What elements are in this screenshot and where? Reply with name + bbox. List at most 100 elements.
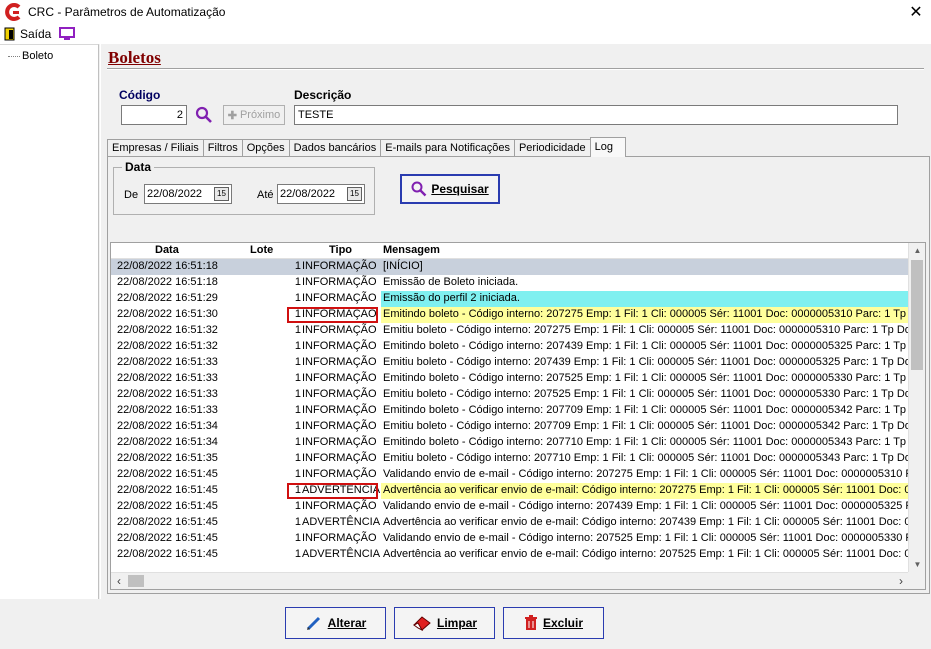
- excluir-button[interactable]: Excluir: [503, 607, 604, 639]
- date-from-value: 22/08/2022: [147, 188, 203, 200]
- menu-bar: Saída: [0, 24, 931, 44]
- eraser-icon: [413, 616, 431, 631]
- table-row[interactable]: 22/08/2022 16:51:45 1 ADVERTÊNCIA Advertênc…: [111, 483, 909, 499]
- column-header-data[interactable]: Data: [155, 244, 179, 256]
- proximo-label: Próximo: [239, 109, 281, 121]
- cell-lote: 1: [294, 276, 301, 288]
- menu-monitor[interactable]: [55, 24, 83, 44]
- cell-tipo: INFORMAÇÃO: [302, 276, 377, 288]
- table-row[interactable]: 22/08/2022 16:51:45 1 ADVERTÊNCIA Advertênc…: [111, 547, 909, 563]
- cell-data: 22/08/2022 16:51:45: [117, 548, 218, 560]
- table-row[interactable]: 22/08/2022 16:51:33 1 INFORMAÇÃO Emitindo b…: [111, 403, 909, 419]
- highlight-box: [287, 307, 378, 323]
- close-icon[interactable]: ✕: [901, 0, 931, 24]
- table-row[interactable]: 22/08/2022 16:51:34 1 INFORMAÇÃO Emitiu bol…: [111, 419, 909, 435]
- vertical-scrollbar[interactable]: ▲ ▼: [908, 243, 925, 573]
- cell-mensagem: Validando envio de e-mail - Código inter…: [383, 468, 909, 480]
- column-header-tipo[interactable]: Tipo: [329, 244, 352, 256]
- date-group-title: Data: [122, 160, 155, 174]
- cell-lote: 1: [294, 340, 301, 352]
- table-row[interactable]: 22/08/2022 16:51:45 1 INFORMAÇÃO Validando …: [111, 499, 909, 515]
- cell-mensagem: Emissão de Boleto iniciada.: [383, 276, 519, 288]
- calendar-icon[interactable]: 15: [214, 187, 229, 201]
- table-row[interactable]: 22/08/2022 16:51:34 1 INFORMAÇÃO Emitindo b…: [111, 435, 909, 451]
- table-row[interactable]: 22/08/2022 16:51:32 1 INFORMAÇÃO Emitiu bol…: [111, 323, 909, 339]
- cell-lote: 1: [294, 404, 301, 416]
- trash-icon: [524, 615, 537, 630]
- cell-data: 22/08/2022 16:51:45: [117, 532, 218, 544]
- cell-tipo: INFORMAÇÃO: [302, 420, 377, 432]
- proximo-button[interactable]: ✚ Próximo: [223, 105, 285, 125]
- grid-rows: 22/08/2022 16:51:18 1 INFORMAÇÃO [INÍCIO] 22…: [111, 259, 909, 563]
- tab-log[interactable]: Log: [589, 137, 626, 157]
- codigo-input[interactable]: 2: [121, 105, 187, 125]
- tab-bar: Empresas / Filiais Filtros Opções Dados …: [107, 137, 626, 157]
- menu-exit[interactable]: Saída: [0, 24, 55, 44]
- calendar-icon[interactable]: 15: [347, 187, 362, 201]
- cell-data: 22/08/2022 16:51:45: [117, 484, 218, 496]
- cell-tipo: INFORMAÇÃO: [302, 340, 377, 352]
- horizontal-scrollbar[interactable]: ‹ ›: [111, 572, 909, 589]
- tab-emails-notificacoes[interactable]: E-mails para Notificações: [380, 139, 515, 157]
- search-icon[interactable]: [195, 106, 213, 124]
- scroll-down-icon[interactable]: ▼: [909, 557, 925, 573]
- table-row[interactable]: 22/08/2022 16:51:33 1 INFORMAÇÃO Emitiu bol…: [111, 387, 909, 403]
- scroll-right-icon[interactable]: ›: [893, 573, 909, 589]
- date-to-field[interactable]: 22/08/2022 15: [277, 184, 365, 204]
- table-row[interactable]: 22/08/2022 16:51:45 1 INFORMAÇÃO Validando …: [111, 467, 909, 483]
- pesquisar-label: Pesquisar: [431, 182, 489, 196]
- table-row[interactable]: 22/08/2022 16:51:18 1 INFORMAÇÃO [INÍCIO]: [111, 259, 909, 275]
- tab-periodicidade[interactable]: Periodicidade: [513, 139, 591, 157]
- table-row[interactable]: 22/08/2022 16:51:45 1 INFORMAÇÃO Validando …: [111, 531, 909, 547]
- cell-data: 22/08/2022 16:51:45: [117, 468, 218, 480]
- pesquisar-button[interactable]: Pesquisar: [400, 174, 500, 204]
- scroll-left-icon[interactable]: ‹: [111, 573, 127, 589]
- search-icon: [411, 181, 427, 197]
- tree-item-boleto[interactable]: Boleto: [8, 50, 53, 62]
- alterar-label: Alterar: [327, 616, 367, 630]
- tab-filtros[interactable]: Filtros: [202, 139, 243, 157]
- table-row[interactable]: 22/08/2022 16:51:35 1 INFORMAÇÃO Emitiu bol…: [111, 451, 909, 467]
- plus-icon: ✚: [227, 109, 237, 122]
- cell-tipo: INFORMAÇÃO: [302, 500, 377, 512]
- limpar-button[interactable]: Limpar: [394, 607, 495, 639]
- scroll-thumb[interactable]: [128, 575, 144, 587]
- tab-empresas-filiais[interactable]: Empresas / Filiais: [107, 139, 204, 157]
- date-from-field[interactable]: 22/08/2022 15: [144, 184, 232, 204]
- column-header-mensagem[interactable]: Mensagem: [383, 244, 440, 256]
- cell-mensagem: Advertência ao verificar envio de e-mail…: [383, 548, 909, 560]
- table-row[interactable]: 22/08/2022 16:51:33 1 INFORMAÇÃO Emitiu bol…: [111, 355, 909, 371]
- table-row[interactable]: 22/08/2022 16:51:45 1 ADVERTÊNCIA Advertênc…: [111, 515, 909, 531]
- table-row[interactable]: 22/08/2022 16:51:29 1 INFORMAÇÃO Emissão do…: [111, 291, 909, 307]
- cell-data: 22/08/2022 16:51:33: [117, 356, 218, 368]
- cell-mensagem: Advertência ao verificar envio de e-mail…: [383, 516, 909, 528]
- cell-mensagem: Emitindo boleto - Código interno: 207525…: [383, 372, 909, 384]
- cell-lote: 1: [294, 516, 301, 528]
- cell-tipo: INFORMAÇÃO: [302, 532, 377, 544]
- tab-opcoes[interactable]: Opções: [241, 139, 290, 157]
- cell-lote: 1: [294, 420, 301, 432]
- cell-tipo: INFORMAÇÃO: [302, 404, 377, 416]
- page-title: Boletos: [108, 48, 161, 67]
- alterar-button[interactable]: Alterar: [285, 607, 386, 639]
- pencil-icon: [306, 616, 320, 631]
- table-row[interactable]: 22/08/2022 16:51:32 1 INFORMAÇÃO Emitindo b…: [111, 339, 909, 355]
- table-row[interactable]: 22/08/2022 16:51:30 1 INFORMAÇÃO Emitindo b…: [111, 307, 909, 323]
- menu-exit-label: Saída: [20, 27, 52, 41]
- table-row[interactable]: 22/08/2022 16:51:33 1 INFORMAÇÃO Emitindo b…: [111, 371, 909, 387]
- cell-tipo: INFORMAÇÃO: [302, 372, 377, 384]
- title-divider: [107, 68, 924, 70]
- cell-data: 22/08/2022 16:51:30: [117, 308, 218, 320]
- table-row[interactable]: 22/08/2022 16:51:18 1 INFORMAÇÃO Emissão de…: [111, 275, 909, 291]
- scroll-thumb[interactable]: [911, 260, 923, 370]
- scroll-up-icon[interactable]: ▲: [909, 243, 925, 259]
- tab-dados-bancarios[interactable]: Dados bancários: [288, 139, 382, 157]
- descricao-input[interactable]: TESTE: [294, 105, 898, 125]
- column-header-lote[interactable]: Lote: [250, 244, 273, 256]
- log-grid[interactable]: Data Lote Tipo Mensagem 22/08/2022 16:51…: [110, 242, 926, 590]
- cell-lote: 1: [294, 388, 301, 400]
- cell-mensagem: Emitindo boleto - Código interno: 207439…: [383, 340, 909, 352]
- cell-mensagem: Emitiu boleto - Código interno: 207525 E…: [383, 388, 909, 400]
- cell-data: 22/08/2022 16:51:18: [117, 260, 218, 272]
- cell-mensagem: Emitindo boleto - Código interno: 207275…: [381, 307, 909, 323]
